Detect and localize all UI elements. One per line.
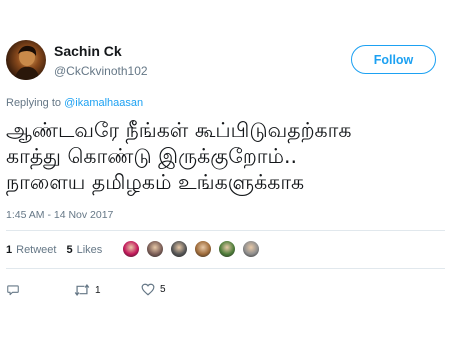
tweet-card: Sachin Ck @CkCkvinoth102 Follow Replying… [0, 0, 451, 338]
liker-avatar-4[interactable] [194, 240, 212, 258]
likes-stat-count: 5 [66, 244, 73, 256]
like-button[interactable]: 5 [141, 283, 166, 296]
likers-avatars [122, 240, 266, 258]
retweet-button[interactable]: 1 [74, 283, 101, 297]
retweet-count: 1 [95, 284, 101, 296]
stats-bar: 1 Retweet 5 Likes [6, 244, 112, 256]
replying-to-label: Replying to [6, 97, 65, 109]
mention-link[interactable]: @ikamalhaasan [64, 97, 143, 109]
retweet-icon [74, 284, 90, 296]
divider [6, 230, 445, 231]
retweet-stat[interactable]: 1 Retweet [6, 244, 56, 256]
tweet-text: ஆண்டவரே நீங்கள் கூப்பிடுவதற்காக காத்து க… [6, 117, 446, 195]
liker-avatar-3[interactable] [170, 240, 188, 258]
heart-icon [141, 283, 155, 296]
follow-button[interactable]: Follow [351, 45, 436, 74]
reply-icon [7, 285, 19, 296]
avatar-image [14, 45, 40, 80]
display-name[interactable]: Sachin Ck [54, 43, 122, 59]
tweet-text-line: நாளைய தமிழகம் உங்களுக்காக [6, 170, 305, 194]
likes-stat[interactable]: 5 Likes [66, 244, 102, 256]
retweet-stat-label: Retweet [16, 244, 57, 256]
user-handle[interactable]: @CkCkvinoth102 [54, 64, 148, 78]
replying-to: Replying to @ikamalhaasan [6, 97, 143, 109]
timestamp[interactable]: 1:45 AM - 14 Nov 2017 [6, 209, 113, 221]
reply-button[interactable] [6, 283, 20, 297]
liker-avatar-5[interactable] [218, 240, 236, 258]
divider [6, 268, 445, 269]
like-count: 5 [160, 284, 166, 295]
tweet-text-line: ஆண்டவரே நீங்கள் கூப்பிடுவதற்காக [6, 118, 352, 142]
likes-stat-label: Likes [76, 244, 103, 256]
liker-avatar-2[interactable] [146, 240, 164, 258]
liker-avatar-6[interactable] [242, 240, 260, 258]
retweet-stat-count: 1 [6, 244, 13, 256]
avatar[interactable] [6, 40, 46, 80]
liker-avatar-1[interactable] [122, 240, 140, 258]
tweet-text-line: காத்து கொண்டு இருக்குறோம்.. [6, 144, 298, 168]
